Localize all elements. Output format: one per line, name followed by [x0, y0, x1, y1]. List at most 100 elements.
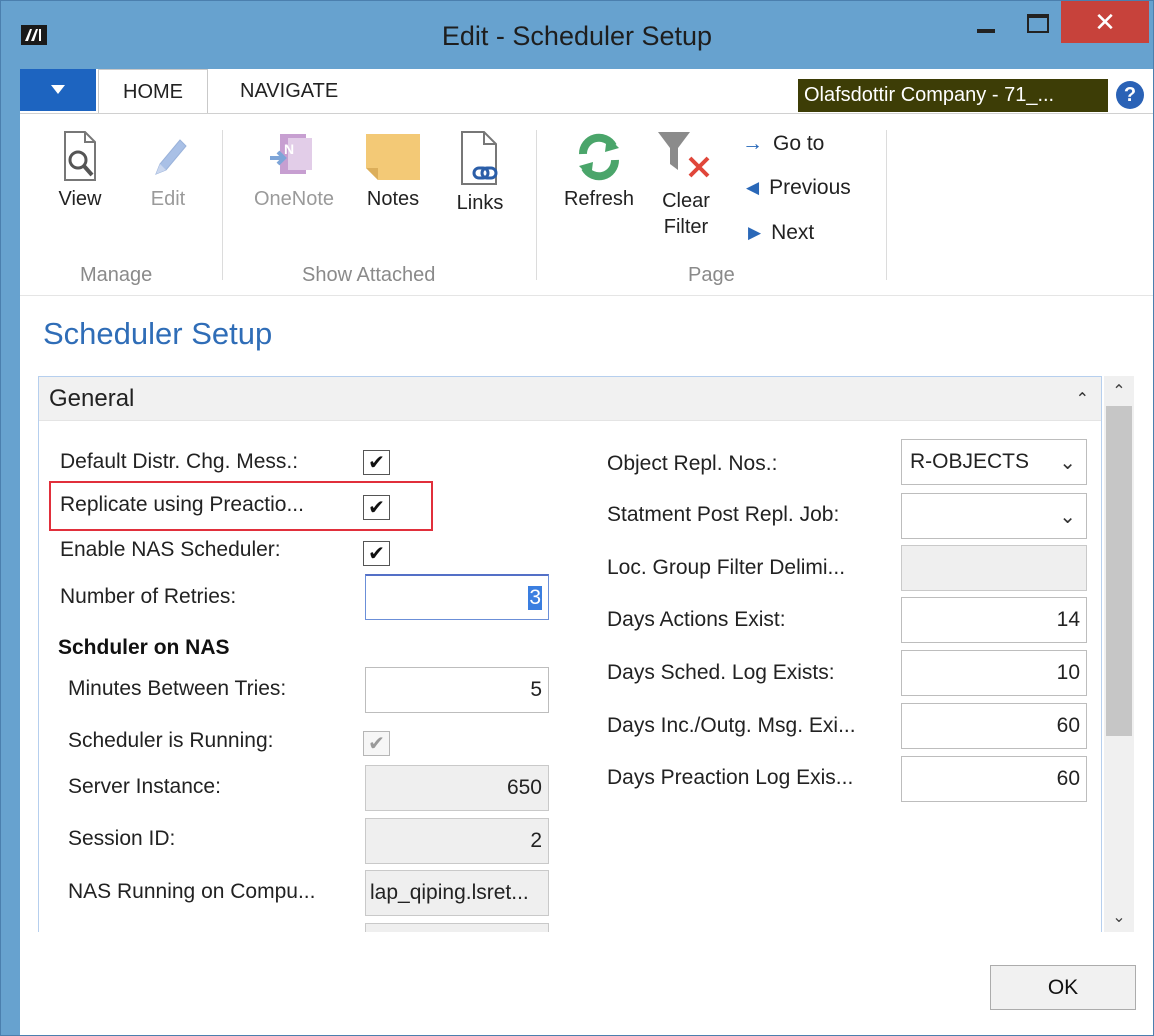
- days-inc-value: 60: [1056, 714, 1080, 737]
- running-checkbox: ✔: [363, 731, 390, 756]
- days-sched-value: 10: [1056, 661, 1080, 684]
- page-title: Scheduler Setup: [43, 316, 273, 351]
- links-icon: [461, 131, 498, 185]
- view-button[interactable]: View: [50, 130, 110, 211]
- links-button[interactable]: Links: [448, 130, 512, 215]
- group-label-show-attached: Show Attached: [302, 264, 436, 286]
- days-inc-label: Days Inc./Outg. Msg. Exi...: [607, 714, 856, 737]
- maximize-button[interactable]: [1013, 1, 1063, 45]
- group-label-page: Page: [688, 264, 735, 286]
- nas-computer-value: lap_qiping.lsret...: [370, 881, 529, 904]
- check-icon: ✔: [368, 452, 385, 474]
- days-actions-input[interactable]: 14: [901, 597, 1087, 643]
- days-inc-input[interactable]: 60: [901, 703, 1087, 749]
- default-distr-checkbox[interactable]: ✔: [363, 450, 390, 475]
- go-to-label: Go to: [773, 132, 825, 155]
- dropdown-arrow-icon: [51, 85, 65, 94]
- days-actions-value: 14: [1056, 608, 1080, 631]
- object-repl-label: Object Repl. Nos.:: [607, 452, 778, 475]
- section-schduler-on-nas: Schduler on NAS: [58, 636, 230, 659]
- check-icon: ✔: [368, 733, 385, 755]
- onenote-button[interactable]: N OneNote: [242, 130, 346, 211]
- days-preaction-label: Days Preaction Log Exis...: [607, 766, 854, 789]
- view-label: View: [58, 188, 102, 210]
- check-icon: ✔: [368, 497, 385, 519]
- chevron-up-icon[interactable]: ⌃: [1076, 389, 1089, 409]
- page-content: Scheduler Setup General ⌃ Default Distr.…: [20, 296, 1153, 1035]
- edit-label: Edit: [150, 188, 186, 210]
- scroll-down-icon[interactable]: ⌄: [1104, 902, 1134, 932]
- loc-group-label: Loc. Group Filter Delimi...: [607, 556, 846, 579]
- close-button[interactable]: ✕: [1061, 1, 1149, 43]
- next-button[interactable]: ▶ Next: [748, 221, 814, 245]
- clear-filter-button[interactable]: Clear Filter: [650, 130, 722, 240]
- refresh-button[interactable]: Refresh: [556, 130, 642, 211]
- retries-input[interactable]: 3: [365, 574, 549, 620]
- group-separator: [222, 130, 223, 280]
- nas-computer-field: lap_qiping.lsret...: [365, 870, 549, 916]
- stmt-post-select[interactable]: ⌄: [901, 493, 1087, 539]
- close-icon: ✕: [1094, 6, 1116, 37]
- server-label: Server Instance:: [68, 775, 221, 798]
- stmt-post-label: Statment Post Repl. Job:: [607, 503, 840, 526]
- default-distr-label: Default Distr. Chg. Mess.:: [60, 450, 299, 473]
- days-actions-label: Days Actions Exist:: [607, 608, 786, 631]
- application-menu-button[interactable]: [20, 69, 96, 111]
- chevron-down-icon: ⌄: [1059, 506, 1076, 528]
- nas-computer-label: NAS Running on Compu...: [68, 880, 316, 903]
- scrollbar-thumb[interactable]: [1106, 406, 1132, 736]
- ok-button[interactable]: OK: [990, 965, 1136, 1010]
- ribbon-tab-strip: HOME NAVIGATE Olafsdottir Company - 71_.…: [20, 69, 1153, 114]
- next-field-partial: [365, 923, 549, 932]
- days-sched-label: Days Sched. Log Exists:: [607, 661, 835, 684]
- days-preaction-input[interactable]: 60: [901, 756, 1087, 802]
- previous-button[interactable]: ◀ Previous: [746, 176, 851, 200]
- minutes-label: Minutes Between Tries:: [68, 677, 287, 700]
- replicate-checkbox[interactable]: ✔: [363, 495, 390, 520]
- edit-button[interactable]: Edit: [138, 130, 198, 211]
- session-value: 2: [530, 829, 542, 852]
- view-icon: [64, 131, 96, 181]
- dialog-window: Edit - Scheduler Setup ✕ HOME NAVIGATE O…: [0, 0, 1154, 1036]
- server-instance-field: 650: [365, 765, 549, 811]
- check-icon: ✔: [368, 543, 385, 565]
- clear-filter-label-2: Filter: [663, 216, 709, 238]
- general-fasttab-header[interactable]: General ⌃: [39, 377, 1101, 421]
- retries-value: 3: [528, 585, 542, 610]
- enable-nas-checkbox[interactable]: ✔: [363, 541, 390, 566]
- days-sched-input[interactable]: 10: [901, 650, 1087, 696]
- go-to-button[interactable]: → Go to: [742, 132, 824, 156]
- minimize-button[interactable]: [961, 1, 1011, 45]
- svg-text:N: N: [284, 141, 294, 157]
- group-label-manage: Manage: [80, 264, 153, 286]
- scroll-up-icon[interactable]: ⌃: [1104, 376, 1134, 406]
- chevron-down-icon: ⌄: [1059, 452, 1076, 474]
- notes-button[interactable]: Notes: [358, 130, 428, 211]
- minutes-input[interactable]: 5: [365, 667, 549, 713]
- refresh-label: Refresh: [563, 188, 635, 210]
- minimize-icon: [977, 29, 995, 33]
- group-separator: [536, 130, 537, 280]
- server-value: 650: [506, 776, 542, 799]
- notes-icon: [366, 134, 420, 180]
- arrow-right-icon: →: [742, 132, 763, 155]
- help-icon[interactable]: ?: [1116, 81, 1144, 109]
- minutes-value: 5: [530, 678, 542, 701]
- retries-label: Number of Retries:: [60, 585, 237, 608]
- days-preaction-value: 60: [1056, 767, 1080, 790]
- general-title: General: [49, 385, 135, 412]
- onenote-label: OneNote: [253, 188, 335, 210]
- vertical-scrollbar[interactable]: ⌃ ⌄: [1104, 376, 1134, 932]
- company-name-badge[interactable]: Olafsdottir Company - 71_...: [798, 79, 1108, 112]
- object-repl-select[interactable]: R-OBJECTS ⌄: [901, 439, 1087, 485]
- ribbon: View Edit Manage N OneNote Notes Links S…: [20, 113, 1153, 296]
- onenote-icon: N: [270, 134, 312, 174]
- tab-home[interactable]: HOME: [98, 69, 208, 114]
- session-label: Session ID:: [68, 827, 176, 850]
- replicate-label: Replicate using Preactio...: [60, 493, 304, 516]
- title-bar[interactable]: Edit - Scheduler Setup ✕: [1, 1, 1153, 69]
- next-label: Next: [771, 221, 815, 244]
- pencil-icon: [155, 139, 187, 175]
- tab-navigate[interactable]: NAVIGATE: [222, 69, 356, 113]
- object-repl-value: R-OBJECTS: [910, 450, 1030, 473]
